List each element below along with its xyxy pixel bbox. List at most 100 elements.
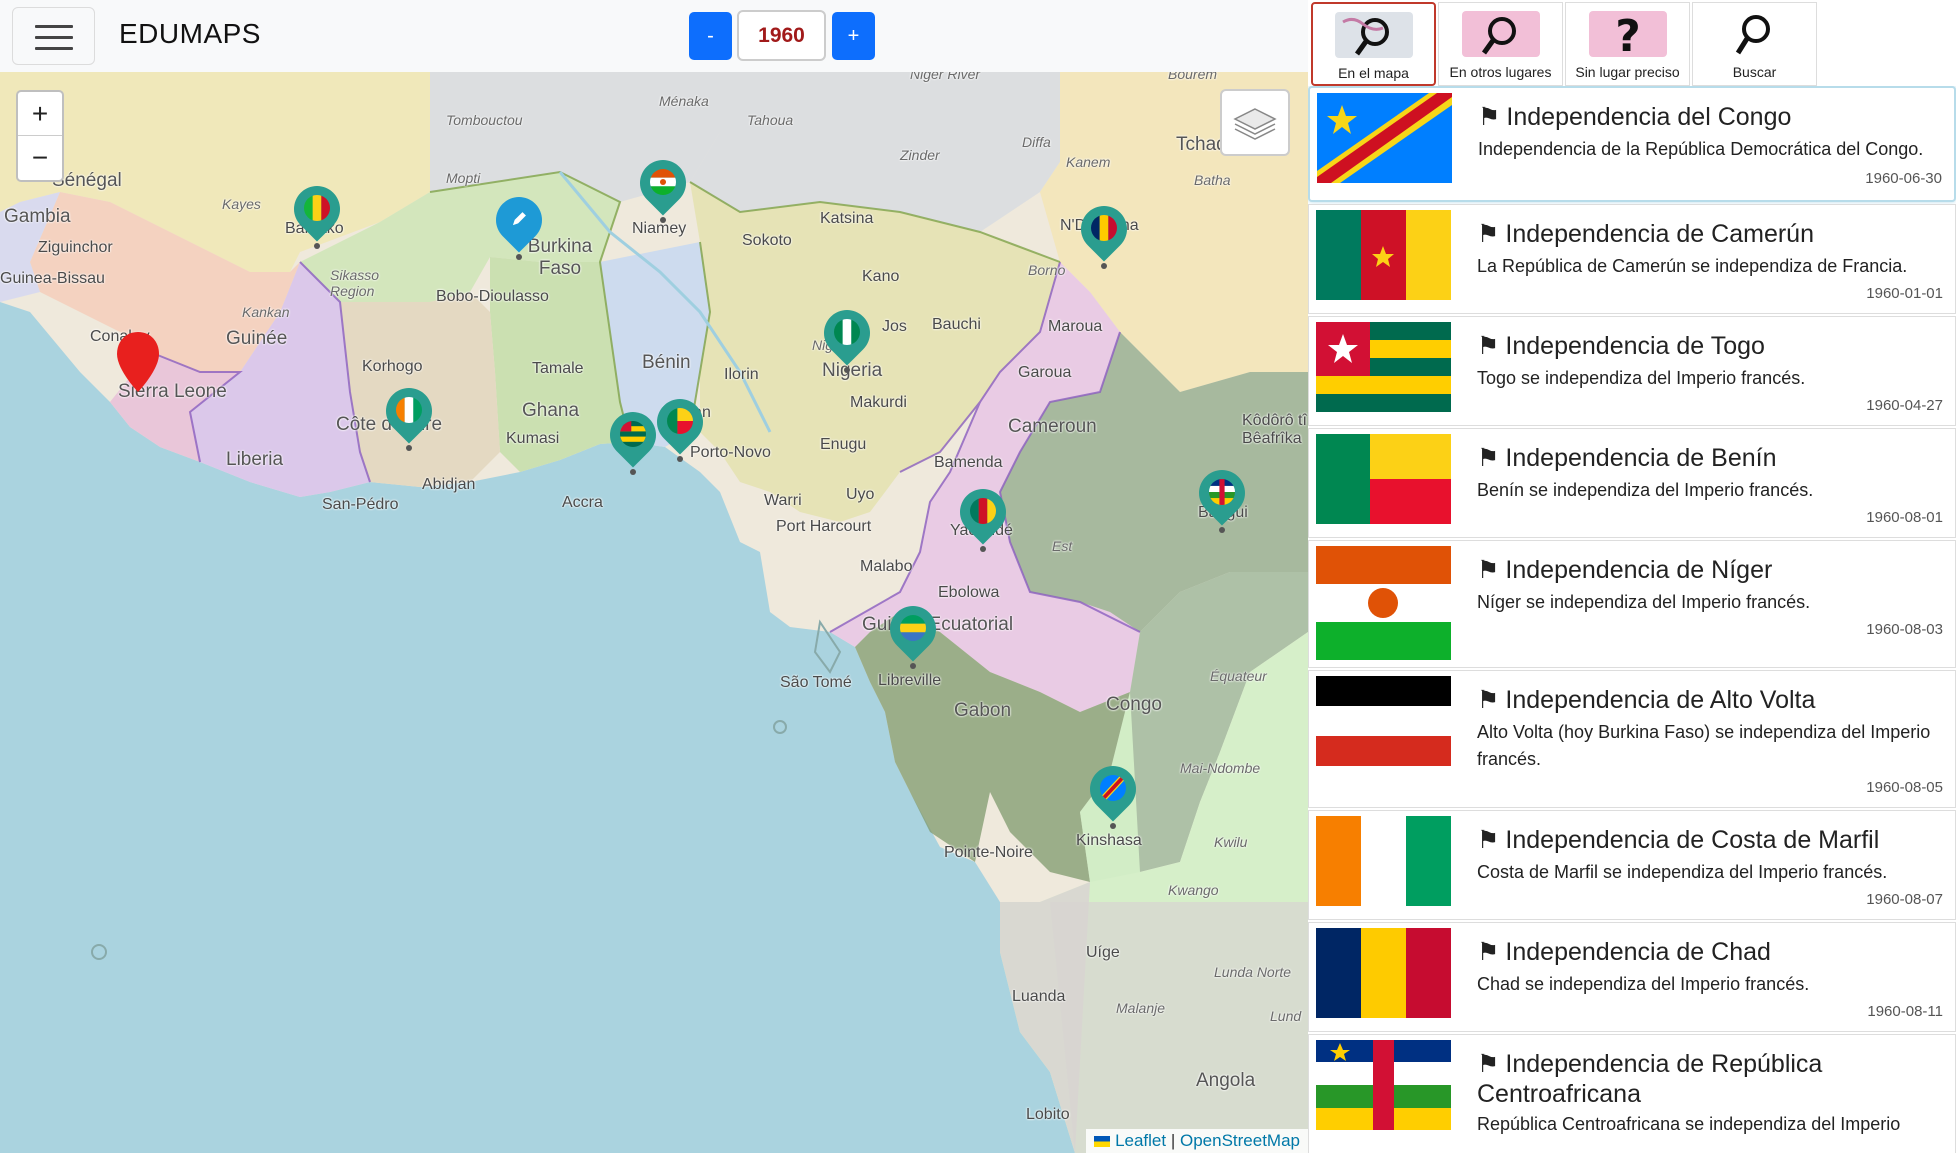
menu-bar-icon [35,36,73,39]
map-marker-mali[interactable] [284,176,350,249]
map-marker-niger[interactable] [630,150,696,223]
event-list: ⚑ Independencia del Congo Independencia d… [1308,86,1956,1153]
event-description: Togo se independiza del Imperio francés. [1477,368,1806,388]
map-marker-chad[interactable] [1071,196,1137,269]
map-label: Korhogo [362,358,423,375]
event-title-text: Independencia de Benín [1505,444,1777,472]
event-date: 1960-08-03 [1866,621,1943,638]
event-title-text: Independencia de Costa de Marfil [1505,826,1880,854]
map-label: Lunda Norte [1214,964,1292,980]
event-description: Alto Volta (hoy Burkina Faso) se indepen… [1477,722,1931,769]
view-tabs: En el mapa En otros lugares ? Sin lugar … [1308,0,1956,86]
map-marker-togo[interactable] [600,402,666,475]
openstreetmap-link[interactable]: OpenStreetMap [1180,1131,1300,1150]
flag-icon: ⚑ [1477,938,1500,966]
map-marker-ivory-coast[interactable] [376,378,442,451]
tab-sin-lugar-preciso[interactable]: ? Sin lugar preciso [1565,2,1690,86]
map-label: Ilorin [724,366,759,383]
map-label: Enugu [820,436,867,453]
year-input[interactable] [737,10,826,61]
map-label: Liberia [226,449,284,470]
map-label: Jos [882,318,907,335]
map-marker-burkina-faso[interactable] [486,187,552,260]
event-description: Benín se independiza del Imperio francés… [1477,480,1814,500]
event-card[interactable]: ⚑ Independencia de Níger Níger se indepen… [1308,540,1956,668]
map-label: Batha [1194,172,1231,188]
tab-label: En el mapa [1338,65,1409,81]
map-label: Borno [1028,262,1066,278]
togo-flag-icon [1316,322,1451,412]
event-card[interactable]: ⚑ Independencia del Congo Independencia d… [1308,86,1956,202]
chad-flag-icon [1316,928,1451,1018]
map-marker-cameroon[interactable] [950,479,1016,552]
map-marker-drc[interactable] [1080,756,1146,829]
map-label: Garoua [1018,364,1072,381]
map-label: Kôdôrô tî Bêafrîka [1242,412,1307,447]
event-title-text: Independencia del Congo [1506,103,1792,131]
event-title: ⚑ Independencia de Alto Volta [1477,685,1937,715]
tab-en-otros-lugares[interactable]: En otros lugares [1438,2,1563,86]
map-label: Angola [1196,1070,1256,1091]
event-card[interactable]: ⚑ Independencia de Alto Volta Alto Volta … [1308,670,1956,808]
zoom-out-button[interactable]: − [18,136,62,180]
flag-icon: ⚑ [1477,1050,1500,1078]
selected-location-pin-icon[interactable] [115,330,161,394]
layers-control-button[interactable] [1220,89,1290,156]
marker-anchor-icon [406,445,412,451]
flag-icon: ⚑ [1477,556,1500,584]
svg-text:?: ? [1615,11,1641,57]
benin-flag-icon [667,408,693,434]
event-title-text: Independencia de República Centroafrican… [1477,1050,1823,1108]
marker-anchor-icon [1101,263,1107,269]
map-label: Kano [862,268,900,285]
map-marker-gabon[interactable] [880,596,946,669]
map-label: Ebolowa [938,584,1000,601]
map-label: Zinder [900,147,940,163]
event-card[interactable]: ⚑ Independencia de Camerún La República d… [1308,204,1956,314]
hamburger-menu-button[interactable] [12,7,95,65]
zoom-in-button[interactable]: + [18,92,62,136]
car-flag-icon [1209,479,1235,505]
event-title: ⚑ Independencia de Benín [1477,443,1937,473]
map-label: Gambia [4,206,71,227]
event-card[interactable]: ⚑ Independencia de República Centroafrica… [1308,1034,1956,1153]
marker-anchor-icon [677,456,683,462]
map-label: Sikasso Region [330,267,380,299]
event-title: ⚑ Independencia de Chad [1477,937,1937,967]
map-label: Tahoua [747,112,794,128]
map-label: Luanda [1012,988,1066,1005]
event-card[interactable]: ⚑ Independencia de Costa de Marfil Costa … [1308,810,1956,920]
marker-anchor-icon [1110,823,1116,829]
leaflet-link[interactable]: Leaflet [1115,1131,1166,1150]
brand-title: EDUMAPS [119,18,261,49]
world-question-icon: ? [1588,11,1667,62]
map-label: Guinea-Bissau [0,270,105,287]
map-marker-nigeria[interactable] [814,300,880,373]
event-card[interactable]: ⚑ Independencia de Togo Togo se independi… [1308,316,1956,426]
map-marker-benin[interactable] [647,389,713,462]
map-label: Congo [1106,694,1162,715]
flag-icon: ⚑ [1477,826,1500,854]
map-label: Bobo-Dioulasso [436,288,549,305]
tab-buscar[interactable]: Buscar [1692,2,1817,86]
marker-anchor-icon [1219,527,1225,533]
tab-label: Sin lugar preciso [1575,64,1680,80]
marker-anchor-icon [844,367,850,373]
flag-icon: ⚑ [1477,220,1500,248]
event-card[interactable]: ⚑ Independencia de Chad Chad se independi… [1308,922,1956,1032]
flag-icon: ⚑ [1478,103,1501,131]
map-label: Kumasi [506,430,560,447]
marker-anchor-icon [660,217,666,223]
top-navbar: EDUMAPS - + [0,0,1308,72]
tab-en-el-mapa[interactable]: En el mapa [1311,2,1436,86]
event-card[interactable]: ⚑ Independencia de Benín Benín se indepen… [1308,428,1956,538]
menu-bar-icon [35,25,73,28]
year-increment-button[interactable]: + [832,12,875,60]
map-label: Est [1052,538,1073,554]
map-marker-car[interactable] [1189,460,1255,533]
upper-volta-flag-icon [1316,676,1451,766]
year-decrement-button[interactable]: - [689,12,732,60]
map-label: Lobito [1026,1106,1070,1123]
map-label: Bamenda [934,454,1003,471]
map-canvas[interactable]: Sénégal Gambia Ziguinchor Guinea-Bissau … [0,72,1308,1153]
